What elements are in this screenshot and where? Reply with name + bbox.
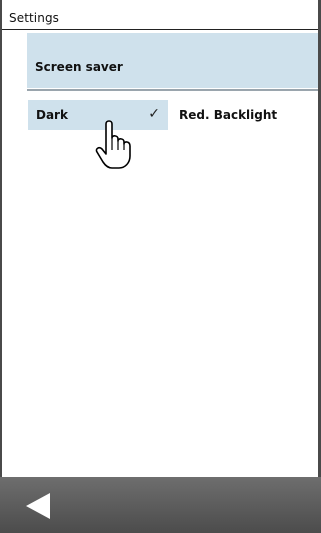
- back-button[interactable]: [24, 491, 64, 521]
- option-red-backlight[interactable]: Red. Backlight: [174, 100, 314, 130]
- option-dark-label: Dark: [36, 108, 68, 122]
- title-divider: [2, 29, 318, 30]
- option-red-backlight-label: Red. Backlight: [179, 108, 278, 122]
- title-bar: Settings: [2, 0, 318, 30]
- left-frame: [0, 0, 2, 533]
- screen: Settings Screen saver Dark ✓ Red. Backli…: [0, 0, 321, 533]
- hand-pointer-icon: [94, 118, 134, 170]
- check-icon: ✓: [148, 106, 160, 122]
- back-arrow-icon: [26, 493, 50, 519]
- screen-saver-label: Screen saver: [35, 60, 123, 74]
- bottom-bar: [0, 477, 321, 533]
- screen-saver-header: Screen saver: [27, 33, 318, 88]
- section-divider: [27, 89, 318, 91]
- page-title: Settings: [9, 11, 60, 25]
